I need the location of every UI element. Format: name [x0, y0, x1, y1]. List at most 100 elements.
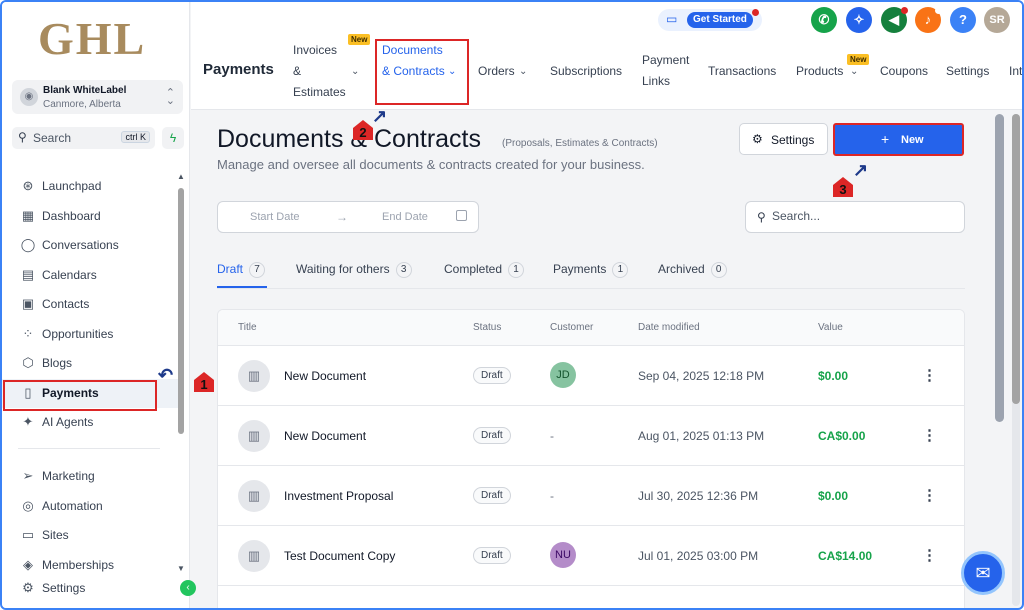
get-started-button[interactable]: ▭ Get Started	[658, 9, 762, 31]
more-options-icon[interactable]: ⋮	[922, 486, 937, 504]
filter-tab-payments[interactable]: Payments 1	[553, 262, 629, 278]
sidebar-item-blogs[interactable]: ⬡ Blogs	[2, 349, 178, 379]
page-title: Documents & Contracts	[217, 125, 481, 153]
sidebar-nav-secondary: ➢ Marketing ◎ Automation ▭ Sites ◈ Membershi…	[2, 462, 178, 600]
scroll-up-icon[interactable]: ▲	[177, 172, 185, 181]
column-date-modified[interactable]: Date modified	[638, 322, 700, 333]
profile-avatar[interactable]: SR	[984, 7, 1010, 33]
table-row[interactable]: ▥ Test Document Copy Draft NU Jul 01, 20…	[218, 526, 964, 586]
sidebar-item-calendars[interactable]: ▤ Calendars	[2, 261, 178, 291]
settings-button[interactable]: ⚙ Settings	[739, 123, 828, 155]
sidebar-item-sites[interactable]: ▭ Sites	[2, 521, 178, 551]
brand-logo: GHL	[38, 13, 147, 64]
sidebar-item-marketing[interactable]: ➢ Marketing	[2, 462, 178, 492]
tab-orders[interactable]: Orders ⌄	[478, 61, 527, 82]
page-scrollbar[interactable]	[1012, 114, 1020, 606]
megaphone-icon[interactable]: ◀	[881, 7, 908, 33]
tab-integrations[interactable]: Int	[1009, 61, 1022, 82]
table-row[interactable]: ▥ New Document Draft JD Sep 04, 2025 12:…	[218, 346, 964, 406]
document-title[interactable]: Investment Proposal	[284, 489, 393, 503]
tab-label: Payment Links	[642, 53, 690, 88]
customer-avatar: JD	[550, 362, 576, 388]
column-status[interactable]: Status	[473, 322, 501, 333]
date-modified: Aug 01, 2025 01:13 PM	[638, 429, 765, 443]
sidebar-item-launchpad[interactable]: ⊛ Launchpad	[2, 172, 178, 202]
phone-icon[interactable]: ✆	[811, 7, 837, 33]
help-icon[interactable]: ?	[950, 7, 976, 33]
tab-settings[interactable]: Settings	[946, 61, 989, 82]
search-input[interactable]	[772, 209, 952, 223]
automation-icon: ◎	[22, 497, 34, 513]
table-row[interactable]: ▥ New Document Draft - Aug 01, 2025 01:1…	[218, 406, 964, 466]
sidebar-item-opportunities[interactable]: ⁘ Opportunities	[2, 320, 178, 350]
get-started-label: Get Started	[687, 12, 753, 28]
status-badge: Draft	[473, 427, 511, 444]
document-value: $0.00	[818, 369, 849, 383]
sidebar-item-label: Contacts	[42, 297, 90, 311]
new-button-label: New	[901, 134, 924, 146]
date-range-picker[interactable]: Start Date → End Date	[217, 201, 479, 233]
tab-products[interactable]: Products ⌄	[796, 61, 858, 82]
page-scrollbar-thumb[interactable]	[1012, 114, 1020, 404]
filter-tab-completed[interactable]: Completed 1	[444, 262, 525, 278]
chat-support-icon[interactable]: ✉	[961, 551, 1005, 595]
gear-icon: ⚙	[22, 580, 34, 595]
bell-icon[interactable]: ♪	[915, 7, 942, 33]
sidebar-item-settings[interactable]: ⚙ Settings	[2, 580, 178, 600]
filter-tab-waiting[interactable]: Waiting for others 3	[296, 262, 412, 278]
magic-wand-icon[interactable]: ✧	[846, 7, 872, 33]
tab-payment-links[interactable]: Payment Links	[642, 50, 692, 92]
column-customer[interactable]: Customer	[550, 322, 593, 333]
sidebar-item-payments[interactable]: ▯ Payments	[2, 378, 178, 410]
settings-button-label: Settings	[771, 133, 815, 147]
document-title[interactable]: New Document	[284, 429, 366, 443]
calendar-icon[interactable]	[456, 210, 467, 221]
arrow-right-icon: →	[336, 210, 348, 224]
account-name: Blank WhiteLabel	[43, 85, 127, 96]
sidebar-item-ai-agents[interactable]: ✦ AI Agents	[2, 408, 178, 438]
sidebar-item-label: Opportunities	[42, 326, 114, 341]
filter-label: Payments	[553, 262, 607, 277]
sidebar-item-label: Blogs	[42, 356, 73, 370]
tab-coupons[interactable]: Coupons	[880, 61, 928, 82]
sidebar-search[interactable]: ⚲ Search ctrl K	[12, 127, 155, 149]
tab-transactions[interactable]: Transactions	[708, 61, 776, 82]
content-scrollbar[interactable]	[995, 114, 1004, 422]
sidebar-item-label: AI Agents	[42, 415, 94, 429]
sidebar-item-memberships[interactable]: ◈ Memberships	[2, 551, 178, 581]
sidebar-item-contacts[interactable]: ▣ Contacts	[2, 290, 178, 320]
column-title[interactable]: Title	[238, 322, 257, 333]
calendar-icon: ▤	[21, 266, 35, 282]
table-row[interactable]: ▥ Investment Proposal Draft - Jul 30, 20…	[218, 466, 964, 526]
column-value[interactable]: Value	[818, 322, 843, 333]
sidebar-scrollbar[interactable]	[178, 188, 184, 434]
document-search[interactable]: ⚲	[745, 201, 965, 233]
tab-label: Transactions	[708, 64, 777, 78]
more-options-icon[interactable]: ⋮	[922, 426, 937, 444]
quick-action-bolt-icon[interactable]: ϟ	[162, 127, 184, 149]
membership-icon: ◈	[23, 556, 33, 572]
tab-invoices-estimates[interactable]: Invoices & Estimates ⌄	[293, 40, 359, 103]
annotation-arrow-icon: ↗	[853, 160, 869, 180]
sidebar-item-label: Conversations	[42, 238, 119, 252]
sidebar-item-dashboard[interactable]: ▦ Dashboard	[2, 202, 178, 232]
more-options-icon[interactable]: ⋮	[922, 546, 937, 564]
new-document-button[interactable]: + New	[833, 123, 964, 156]
scroll-down-icon[interactable]: ▼	[177, 564, 185, 573]
tab-subscriptions[interactable]: Subscriptions	[550, 61, 622, 82]
sidebar-item-automation[interactable]: ◎ Automation	[2, 492, 178, 522]
sidebar-divider	[18, 448, 160, 449]
filter-tab-draft[interactable]: Draft 7	[217, 262, 266, 278]
sidebar-item-label: Dashboard	[42, 208, 101, 223]
end-date-field[interactable]: End Date	[382, 211, 428, 223]
annotation-marker: 2	[353, 120, 373, 140]
account-switcher[interactable]: ◉ Blank WhiteLabel Canmore, Alberta ⌃ ⌄	[12, 80, 183, 114]
sidebar-item-conversations[interactable]: ◯ Conversations	[2, 231, 178, 261]
document-title[interactable]: New Document	[284, 369, 366, 383]
filter-label: Waiting for others	[296, 262, 390, 277]
start-date-field[interactable]: Start Date	[250, 211, 300, 223]
filter-tab-archived[interactable]: Archived 0	[658, 262, 727, 278]
document-title[interactable]: Test Document Copy	[284, 549, 395, 563]
more-options-icon[interactable]: ⋮	[922, 366, 937, 384]
filter-label: Draft	[217, 262, 244, 277]
